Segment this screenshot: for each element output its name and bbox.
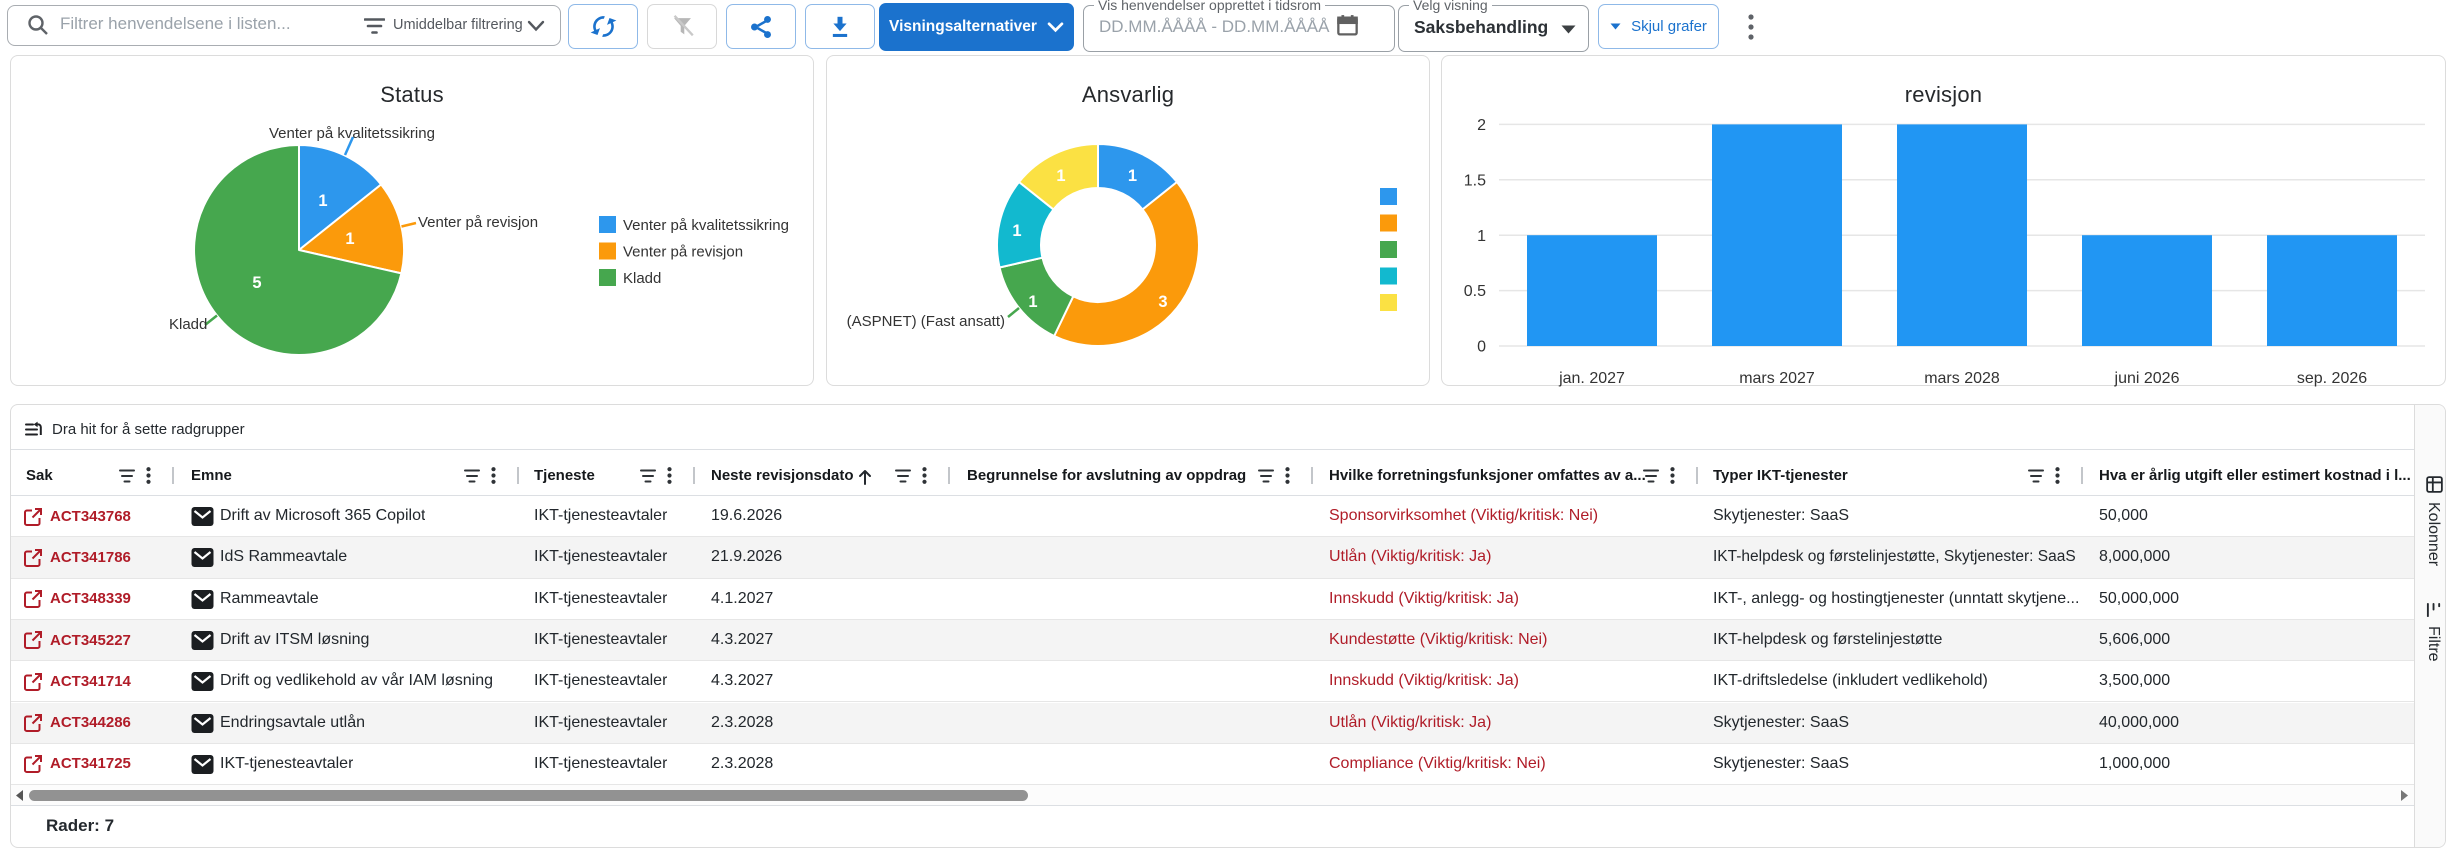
svg-text:Venter på revisjon: Venter på revisjon <box>418 214 538 231</box>
svg-text:1: 1 <box>318 192 327 210</box>
svg-text:3: 3 <box>1158 293 1167 311</box>
svg-text:Venter på revisjon: Venter på revisjon <box>623 244 743 261</box>
svg-text:sep. 2026: sep. 2026 <box>2297 370 2367 387</box>
svg-text:0.5: 0.5 <box>1464 283 1486 300</box>
svg-text:5: 5 <box>252 274 261 292</box>
svg-text:2: 2 <box>1477 117 1486 134</box>
svg-text:(ASPNET) (Fast ansatt): (ASPNET) (Fast ansatt) <box>847 313 1005 330</box>
svg-text:juni 2026: juni 2026 <box>2114 370 2180 387</box>
svg-text:0: 0 <box>1477 339 1486 356</box>
svg-text:1: 1 <box>1128 167 1137 185</box>
svg-text:mars 2027: mars 2027 <box>1739 370 1815 387</box>
svg-text:jan. 2027: jan. 2027 <box>1558 370 1625 387</box>
svg-text:1: 1 <box>345 230 354 248</box>
svg-text:Venter på kvalitetssikring: Venter på kvalitetssikring <box>623 217 789 234</box>
svg-text:1: 1 <box>1028 293 1037 311</box>
svg-text:1.5: 1.5 <box>1464 172 1486 189</box>
svg-text:1: 1 <box>1056 167 1065 185</box>
svg-text:Venter på kvalitetssikring: Venter på kvalitetssikring <box>269 125 435 142</box>
svg-text:1: 1 <box>1477 228 1486 245</box>
svg-text:mars 2028: mars 2028 <box>1924 370 2000 387</box>
svg-text:1: 1 <box>1012 222 1021 240</box>
svg-text:Kladd: Kladd <box>169 316 207 333</box>
svg-text:Kladd: Kladd <box>623 270 661 287</box>
